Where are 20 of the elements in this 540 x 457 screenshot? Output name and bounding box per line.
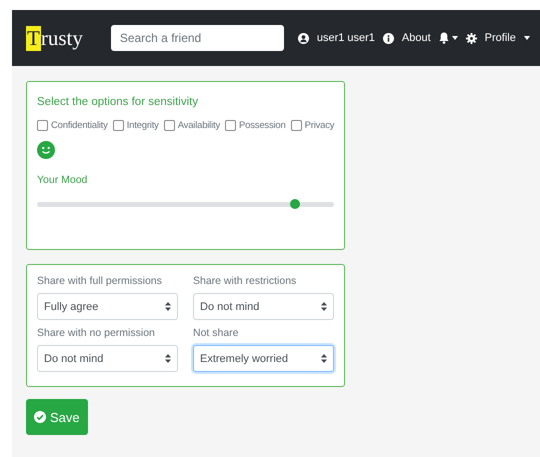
slider-label: Your Mood [37,174,88,186]
select-field[interactable]: Do not mind [37,345,178,372]
select-field[interactable]: Do not mind [193,293,334,320]
select-field[interactable]: Extremely worried [193,345,334,372]
user-link[interactable]: user1 user1 [316,32,375,44]
checkbox-label: Availability [178,120,220,131]
field-label: Share with no permission [37,327,156,339]
search-field[interactable]: Search a friend [110,25,284,51]
brand-logo[interactable]: Trusty [26,26,83,50]
field-label: Share with full permissions [37,275,163,287]
field-label: Not share [193,327,240,339]
checkbox-label: Confidentiality [51,120,108,131]
profile-menu[interactable]: Profile [484,32,516,44]
card-title: Select the options for sensitivity [37,96,200,108]
checkbox-label: Privacy [304,120,334,131]
about-link[interactable]: About [402,32,431,44]
checkbox-label: Possession [239,120,286,131]
field-label: Share with restrictions [193,275,298,287]
select-field[interactable]: Fully agree [37,293,178,320]
checkbox-label: Integrity [126,120,159,131]
